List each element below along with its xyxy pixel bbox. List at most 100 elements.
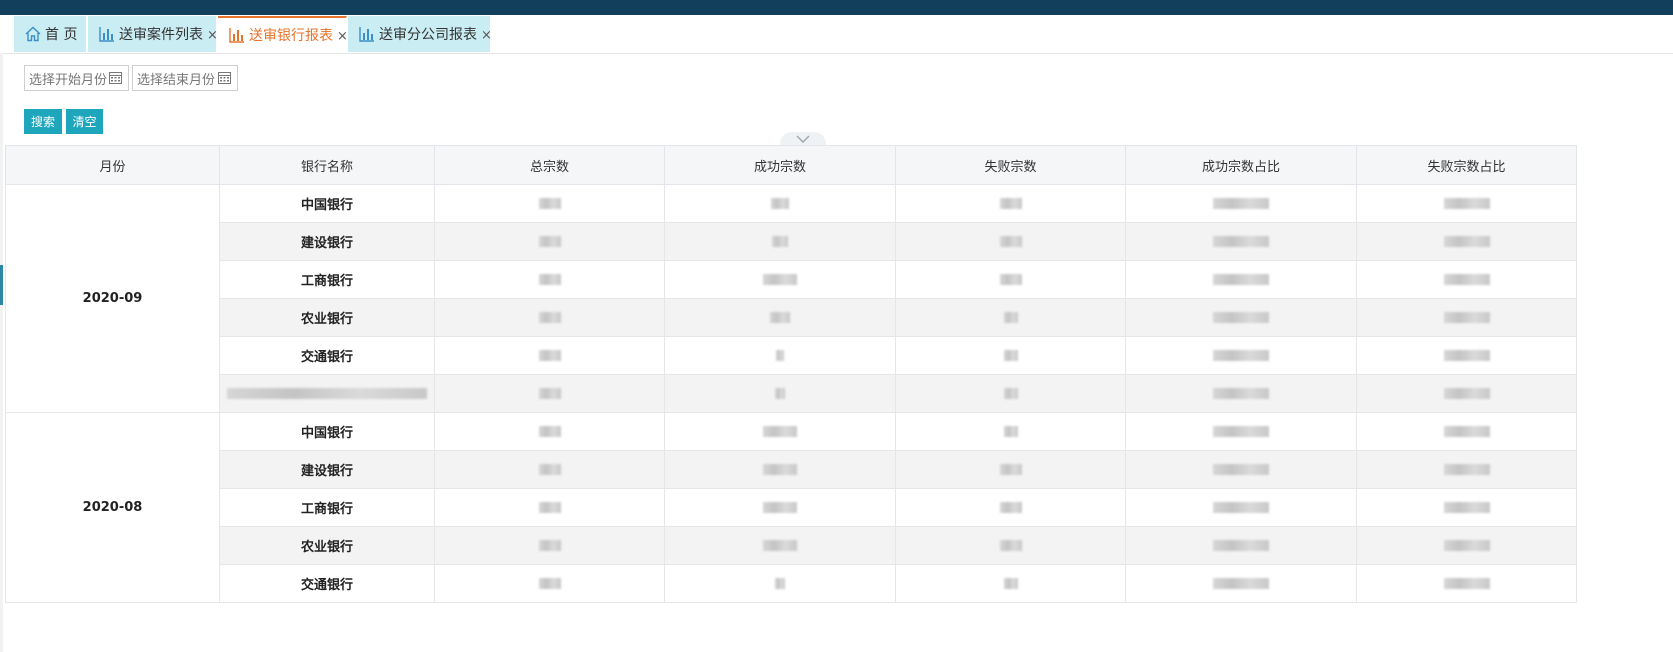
total-count-cell [434,184,665,223]
fail-count-cell [895,564,1126,603]
redacted-value [1003,388,1018,399]
fail-ratio-cell [1356,260,1577,299]
close-icon[interactable]: × [207,28,218,43]
fail-count-cell [895,222,1126,261]
redacted-value [538,540,561,551]
redacted-value [538,274,561,285]
header-bank-name[interactable]: 银行名称 [219,145,435,185]
fail-count-cell [895,184,1126,223]
redacted-value [1213,274,1269,285]
total-count-cell [434,526,665,565]
success-ratio-cell [1125,222,1357,261]
collapse-toggle[interactable] [780,132,826,146]
redacted-value [999,198,1022,209]
redacted-value [1443,350,1490,361]
header-month[interactable]: 月份 [5,145,220,185]
success-count-cell [664,222,896,261]
redacted-value [775,578,785,589]
header-fail-count[interactable]: 失败宗数 [895,145,1126,185]
calendar-icon[interactable] [109,71,122,84]
fail-count-cell [895,450,1126,489]
header-total-count[interactable]: 总宗数 [434,145,665,185]
redacted-value [775,388,785,399]
fail-count-cell [895,336,1126,375]
sidebar-toggle-handle[interactable] [0,265,3,305]
table-header-row: 月份 银行名称 总宗数 成功宗数 失败宗数 成功宗数占比 失败宗数占比 [5,145,1577,185]
chevron-down-icon [796,135,810,143]
redacted-value [538,312,561,323]
fail-ratio-cell [1356,526,1577,565]
home-icon [24,25,42,43]
tab-bank-report[interactable]: 送审银行报表 × [218,16,348,52]
header-success-ratio[interactable]: 成功宗数占比 [1125,145,1357,185]
calendar-icon[interactable] [218,71,231,84]
fail-count-cell [895,526,1126,565]
redacted-value [1213,236,1269,247]
table-row: 2020-09 中国银行 [5,184,1577,413]
redacted-value [1443,388,1490,399]
tab-home[interactable]: 首 页 [14,16,87,52]
success-count-cell [664,260,896,299]
close-icon[interactable]: × [337,29,348,44]
clear-button[interactable]: 清空 [66,109,103,134]
bank-name-cell: 中国银行 [219,184,435,223]
success-ratio-cell [1125,184,1357,223]
bank-name-cell: 交通银行 [219,564,435,603]
success-count-cell [664,450,896,489]
success-ratio-cell [1125,488,1357,527]
success-ratio-cell [1125,260,1357,299]
success-count-cell [664,298,896,337]
table-row: 农业银行 [6,526,1577,565]
redacted-value [999,274,1022,285]
redacted-value [763,426,797,437]
redacted-value [1443,540,1490,551]
redacted-value [1443,464,1490,475]
redacted-value [1443,236,1490,247]
bank-report-table: 月份 银行名称 总宗数 成功宗数 失败宗数 成功宗数占比 失败宗数占比 2020… [5,145,1577,603]
table-row [6,374,1577,413]
tab-case-list[interactable]: 送审案件列表 × [88,16,218,52]
header-success-count[interactable]: 成功宗数 [664,145,896,185]
month-cell: 2020-08 [5,412,220,603]
total-count-cell [434,564,665,603]
success-ratio-cell [1125,450,1357,489]
end-month-input[interactable]: 选择结束月份 [132,65,238,91]
redacted-value [1213,312,1269,323]
redacted-value [771,198,789,209]
bank-name-cell: 工商银行 [219,260,435,299]
redacted-value [1213,388,1269,399]
start-month-placeholder: 选择开始月份 [29,72,108,88]
redacted-value [1213,198,1269,209]
close-icon[interactable]: × [481,28,492,43]
success-ratio-cell [1125,526,1357,565]
success-count-cell [664,336,896,375]
success-count-cell [664,412,896,451]
bar-chart-icon [98,25,116,43]
fail-ratio-cell [1356,564,1577,603]
redacted-value [1213,540,1269,551]
table-row: 建设银行 [6,222,1577,261]
fail-count-cell [895,298,1126,337]
table-row: 交通银行 [6,336,1577,375]
tab-case-list-label: 送审案件列表 [119,27,203,43]
bank-name-cell: 工商银行 [219,488,435,527]
header-fail-ratio[interactable]: 失败宗数占比 [1356,145,1577,185]
redacted-value [1443,426,1490,437]
redacted-value [1003,578,1018,589]
start-month-input[interactable]: 选择开始月份 [24,65,129,91]
redacted-value [538,578,561,589]
total-count-cell [434,374,665,413]
bank-name-cell: 建设银行 [219,222,435,261]
month-cell: 2020-09 [5,184,220,413]
fail-count-cell [895,260,1126,299]
total-count-cell [434,450,665,489]
table-row: 工商银行 [6,260,1577,299]
redacted-value [538,502,561,513]
redacted-value [999,236,1022,247]
table-row: 2020-08 中国银行 [5,412,1577,603]
search-button[interactable]: 搜索 [24,109,62,134]
table-row: 农业银行 [6,298,1577,337]
tab-branch-report-label: 送审分公司报表 [379,27,477,43]
fail-ratio-cell [1356,412,1577,451]
tab-branch-report[interactable]: 送审分公司报表 × [348,16,492,52]
